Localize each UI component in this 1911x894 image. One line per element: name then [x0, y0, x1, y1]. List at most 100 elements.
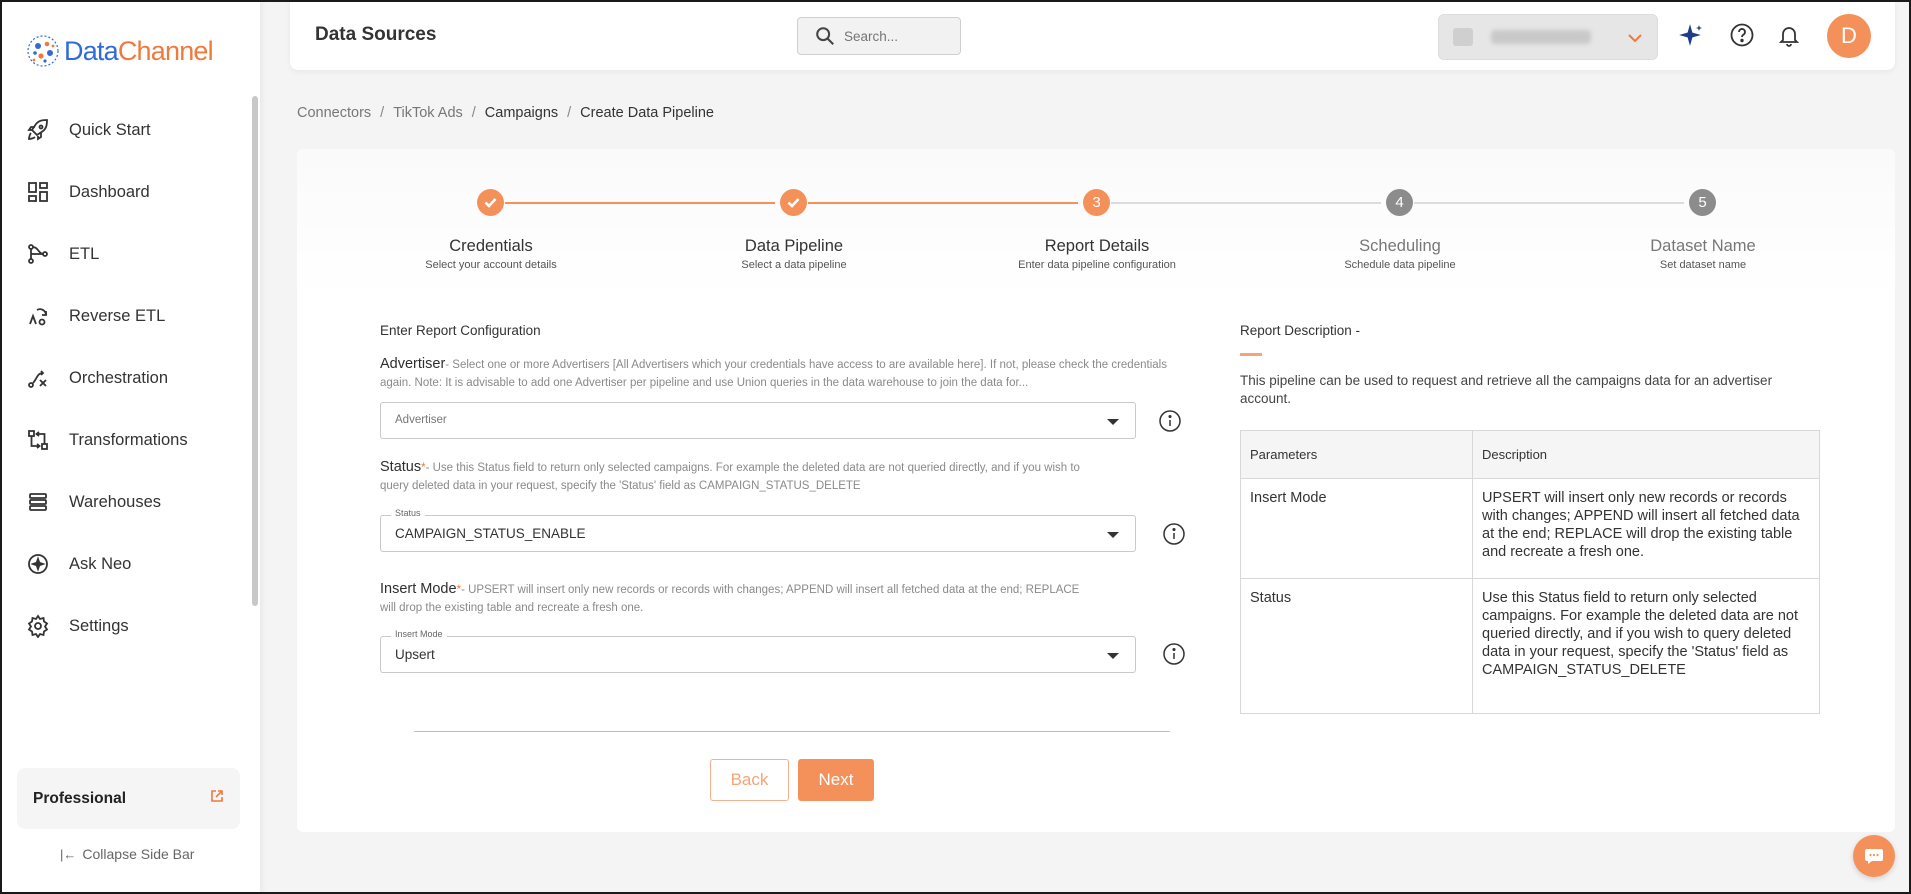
sidebar-item-label: Dashboard	[69, 182, 150, 201]
param-description: UPSERT will insert only new records or r…	[1472, 478, 1820, 579]
collapse-arrow-icon: |←	[60, 846, 77, 862]
sidebar-item-label: Ask Neo	[69, 554, 132, 573]
breadcrumb-campaigns[interactable]: Campaigns	[485, 105, 558, 121]
step-5-title: Dataset Name	[1650, 237, 1756, 255]
step-3-subtitle: Enter data pipeline configuration	[1018, 259, 1176, 271]
chat-icon	[1865, 849, 1883, 864]
param-name: Status	[1240, 578, 1473, 714]
sidebar-item-label: Settings	[69, 616, 129, 635]
step-1-complete-circle	[477, 189, 504, 216]
gear-icon	[27, 614, 49, 638]
stepper-background	[297, 149, 1895, 299]
info-icon[interactable]	[1162, 522, 1186, 546]
insert-mode-select[interactable]: Insert Mode Upsert	[380, 629, 1136, 673]
account-logo	[1453, 28, 1473, 46]
next-button[interactable]: Next	[798, 759, 874, 801]
step-4-subtitle: Schedule data pipeline	[1344, 259, 1456, 271]
dropdown-caret-icon	[1107, 532, 1119, 538]
search-input[interactable]	[844, 28, 944, 44]
page-title: Data Sources	[315, 24, 437, 45]
sidebar-item-etl[interactable]: ETL	[0, 223, 250, 285]
collapse-label: Collapse Side Bar	[82, 846, 195, 862]
parameters-table: Parameters Description Insert Mode UPSER…	[1240, 430, 1820, 714]
sidebar-item-reverse-etl[interactable]: Reverse ETL	[0, 285, 250, 347]
param-description: Use this Status field to return only sel…	[1472, 578, 1820, 714]
breadcrumb-separator: /	[471, 105, 476, 121]
info-icon[interactable]	[1162, 642, 1186, 666]
search-icon	[816, 27, 834, 45]
sidebar-item-ask-neo[interactable]: Ask Neo	[0, 533, 250, 595]
sidebar-item-orchestration[interactable]: Orchestration	[0, 347, 250, 409]
collapse-sidebar-button[interactable]: |← Collapse Side Bar	[60, 846, 194, 862]
title-accent-bar	[1240, 353, 1262, 356]
breadcrumb: Connectors / TikTok Ads / Campaigns / Cr…	[297, 105, 714, 121]
sidebar-item-quick-start[interactable]: Quick Start	[0, 99, 250, 161]
datachannel-logo[interactable]: DataChannel	[26, 34, 214, 68]
step-connector-1	[505, 202, 775, 204]
dropdown-caret-icon	[1107, 419, 1119, 425]
account-selector[interactable]	[1438, 14, 1658, 60]
sidebar-item-label: Warehouses	[69, 492, 162, 511]
sidebar-item-label: ETL	[69, 244, 100, 263]
status-field-label: Status	[391, 508, 425, 518]
report-config-title: Enter Report Configuration	[380, 323, 541, 338]
step-1-subtitle: Select your account details	[425, 259, 557, 271]
transformations-icon	[28, 430, 48, 450]
reverse-etl-icon	[29, 308, 47, 326]
advertiser-select[interactable]: Advertiser	[380, 402, 1136, 439]
sidebar-item-warehouses[interactable]: Warehouses	[0, 471, 250, 533]
column-header-description: Description	[1472, 430, 1820, 479]
insert-mode-help-text: - UPSERT will insert only new records or…	[380, 584, 1080, 614]
sidebar-item-label: Reverse ETL	[69, 306, 166, 325]
logo-text: DataChannel	[64, 35, 214, 66]
top-header: Data Sources D	[290, 0, 1895, 70]
external-link-icon[interactable]	[210, 789, 224, 808]
step-5-subtitle: Set dataset name	[1659, 259, 1747, 271]
table-row: Insert Mode UPSERT will insert only new …	[1240, 478, 1820, 579]
sidebar-scrollbar[interactable]	[252, 96, 258, 606]
sparkle-ai-icon[interactable]	[1677, 20, 1707, 50]
sidebar-item-transformations[interactable]: Transformations	[0, 409, 250, 471]
user-avatar[interactable]: D	[1827, 14, 1871, 58]
logo-globe-icon	[27, 35, 59, 67]
chevron-down-icon	[1625, 28, 1645, 53]
status-select[interactable]: Status CAMPAIGN_STATUS_ENABLE	[380, 508, 1136, 552]
search-box[interactable]	[797, 17, 961, 55]
advertiser-placeholder: Advertiser	[395, 414, 447, 426]
rocket-icon	[27, 119, 48, 141]
sidebar-item-label: Quick Start	[69, 120, 151, 139]
sidebar: DataChannel Quick Start Dashboard ETL Re…	[0, 0, 260, 894]
step-1-title: Credentials	[449, 237, 533, 255]
check-icon	[484, 198, 497, 208]
plan-card[interactable]: Professional	[17, 768, 240, 829]
status-help-text: - Use this Status field to return only s…	[380, 462, 1080, 492]
sidebar-item-dashboard[interactable]: Dashboard	[0, 161, 250, 223]
step-4-pending-circle: 4	[1386, 189, 1413, 216]
warehouses-icon	[29, 493, 47, 511]
step-4-title: Scheduling	[1359, 237, 1441, 255]
step-connector-4	[1414, 202, 1684, 204]
step-5-pending-circle: 5	[1689, 189, 1716, 216]
breadcrumb-connectors[interactable]: Connectors	[297, 105, 371, 121]
report-description-title: Report Description -	[1240, 323, 1361, 338]
help-icon[interactable]	[1727, 20, 1757, 50]
breadcrumb-tiktok-ads[interactable]: TikTok Ads	[393, 105, 463, 121]
advertiser-description: Advertiser- Select one or more Advertise…	[380, 355, 1180, 392]
form-divider	[414, 731, 1170, 732]
etl-icon	[28, 244, 48, 264]
breadcrumb-separator: /	[380, 105, 385, 121]
account-name-redacted	[1491, 30, 1591, 44]
bell-icon[interactable]	[1774, 20, 1804, 50]
info-icon[interactable]	[1158, 409, 1182, 433]
dropdown-caret-icon	[1107, 653, 1119, 659]
sidebar-item-label: Transformations	[69, 430, 188, 449]
step-connector-2	[808, 202, 1078, 204]
advertiser-help-text: - Select one or more Advertisers [All Ad…	[380, 359, 1167, 389]
back-button[interactable]: Back	[710, 759, 789, 801]
sidebar-item-label: Orchestration	[69, 368, 169, 387]
insert-mode-description: Insert Mode*- UPSERT will insert only ne…	[380, 580, 1080, 617]
insert-mode-field-label: Insert Mode	[391, 629, 447, 639]
chat-support-button[interactable]	[1853, 835, 1895, 877]
sidebar-item-settings[interactable]: Settings	[0, 595, 250, 657]
status-value: CAMPAIGN_STATUS_ENABLE	[395, 526, 586, 541]
